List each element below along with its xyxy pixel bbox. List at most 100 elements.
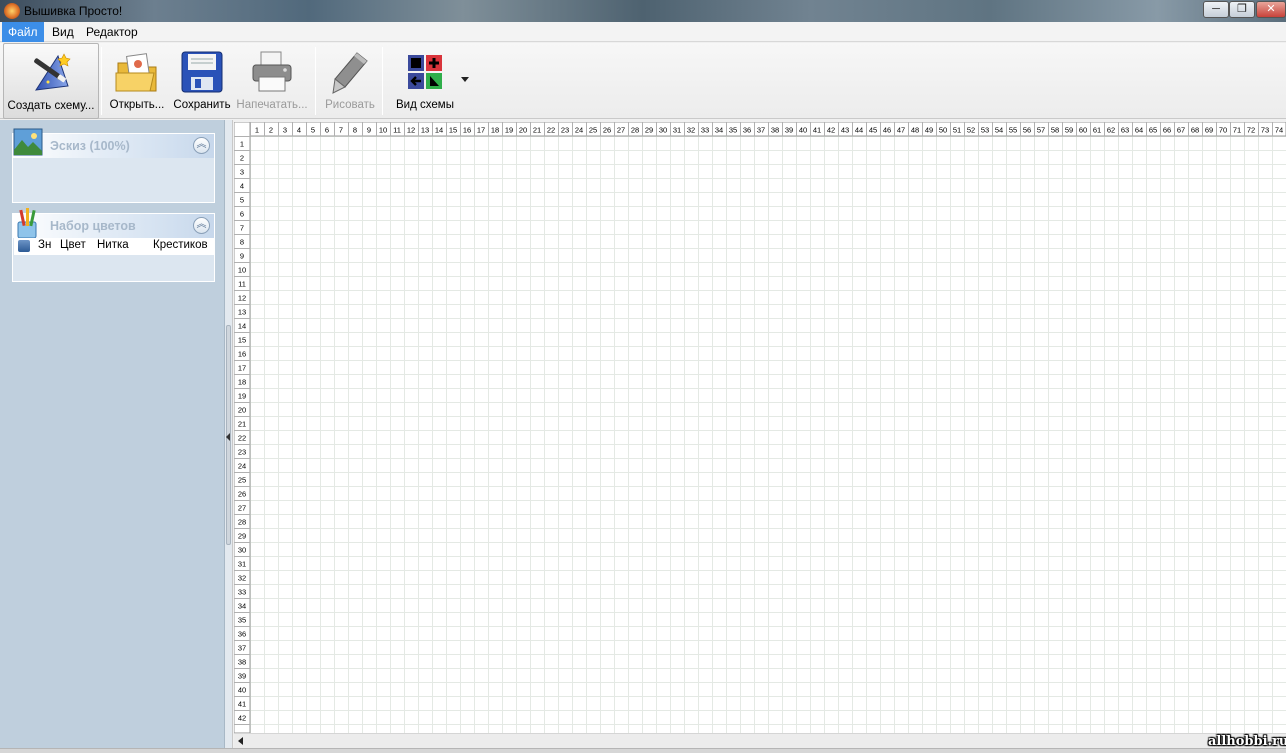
print-button[interactable]: Напечатать... — [236, 43, 308, 119]
row-number: 13 — [238, 308, 246, 317]
close-button[interactable]: ✕ — [1256, 1, 1286, 18]
open-button[interactable]: Открыть... — [108, 43, 166, 119]
row-number: 15 — [238, 336, 246, 345]
column-number: 35 — [729, 126, 737, 135]
row-number: 34 — [238, 602, 246, 611]
column-number: 64 — [1135, 126, 1143, 135]
column-number: 33 — [701, 126, 709, 135]
sketch-pane-header[interactable]: Эскиз (100%) ︽ — [13, 128, 214, 158]
colors-pane: Набор цветов ︽ Зн Цвет Нитка Крестиков — [12, 208, 215, 282]
row-number: 32 — [238, 574, 246, 583]
column-number: 29 — [645, 126, 653, 135]
row-number: 38 — [238, 658, 246, 667]
maximize-button[interactable]: ❐ — [1229, 1, 1255, 18]
row-number: 24 — [238, 462, 246, 471]
column-number: 40 — [799, 126, 807, 135]
landscape-image-icon — [13, 128, 43, 156]
row-number: 29 — [238, 532, 246, 541]
grid-canvas[interactable]: 1 2 3 4 5 6 7 8 9 10 11 12 13 14 15 16 17 18 19 20 21 22 23 24 2… — [234, 122, 1286, 733]
column-number: 51 — [953, 126, 961, 135]
column-number: 67 — [1177, 126, 1185, 135]
column-number: 74 — [1275, 126, 1283, 135]
column-number: 47 — [897, 126, 905, 135]
draw-button[interactable]: Рисовать — [322, 43, 378, 119]
create-scheme-button[interactable]: Создать схему... — [3, 43, 99, 119]
column-number: 70 — [1219, 126, 1227, 135]
row-number: 31 — [238, 560, 246, 569]
column-thread[interactable]: Нитка — [97, 239, 129, 251]
print-label: Напечатать... — [236, 99, 308, 111]
row-number: 16 — [238, 350, 246, 359]
column-number: 12 — [407, 126, 415, 135]
column-number: 54 — [995, 126, 1003, 135]
column-number: 65 — [1149, 126, 1157, 135]
column-color[interactable]: Цвет — [60, 239, 86, 251]
row-number: 37 — [238, 644, 246, 653]
chevron-left-icon[interactable] — [226, 433, 230, 441]
column-number: 44 — [855, 126, 863, 135]
column-number: 16 — [463, 126, 471, 135]
watermark: allhobbi.ru — [1208, 734, 1286, 749]
save-button[interactable]: Сохранить — [172, 43, 232, 119]
column-number: 36 — [743, 126, 751, 135]
row-number: 20 — [238, 406, 246, 415]
menu-file[interactable]: Файл — [2, 22, 44, 42]
minimize-button[interactable]: ─ — [1203, 1, 1229, 18]
column-number: 42 — [827, 126, 835, 135]
scroll-left-icon[interactable] — [238, 737, 243, 745]
menu-view[interactable]: Вид — [46, 22, 80, 42]
column-number: 38 — [771, 126, 779, 135]
horizontal-scrollbar[interactable] — [234, 733, 1286, 748]
toolbar-separator — [315, 47, 316, 115]
column-number: 34 — [715, 126, 723, 135]
column-number: 53 — [981, 126, 989, 135]
column-number: 13 — [421, 126, 429, 135]
column-number: 68 — [1191, 126, 1199, 135]
scheme-view-button[interactable]: Вид схемы — [392, 43, 458, 119]
row-number: 25 — [238, 476, 246, 485]
column-number: 7 — [339, 126, 343, 135]
column-number: 9 — [367, 126, 371, 135]
save-label: Сохранить — [173, 99, 231, 111]
row-number: 40 — [238, 686, 246, 695]
paint-brushes-icon — [17, 208, 37, 238]
pattern-grid[interactable]: 1 2 3 4 5 6 7 8 9 10 11 12 13 14 15 16 17 18 19 20 21 22 23 24 2… — [234, 122, 1286, 733]
title-bar: Вышивка Просто! ─ ❐ ✕ — [0, 0, 1286, 22]
row-number: 2 — [240, 154, 244, 163]
column-number: 6 — [325, 126, 329, 135]
column-number: 3 — [283, 126, 287, 135]
column-number: 14 — [435, 126, 443, 135]
column-number: 69 — [1205, 126, 1213, 135]
toolbar-separator — [101, 47, 102, 115]
row-number: 21 — [238, 420, 246, 429]
column-number: 32 — [687, 126, 695, 135]
column-number: 48 — [911, 126, 919, 135]
collapse-icon[interactable]: ︽ — [193, 217, 210, 234]
row-number: 22 — [238, 434, 246, 443]
panel-splitter[interactable] — [225, 120, 233, 748]
collapse-icon[interactable]: ︽ — [193, 137, 210, 154]
column-number: 25 — [589, 126, 597, 135]
column-number: 52 — [967, 126, 975, 135]
column-symbol[interactable]: Зн — [38, 239, 51, 251]
chevron-down-icon[interactable] — [461, 77, 469, 82]
column-number: 27 — [617, 126, 625, 135]
menu-editor[interactable]: Редактор — [80, 22, 144, 42]
open-folder-icon — [115, 53, 157, 92]
column-number: 72 — [1247, 126, 1255, 135]
column-number: 2 — [269, 126, 273, 135]
column-number: 11 — [393, 126, 401, 135]
column-number: 10 — [379, 126, 387, 135]
colors-pane-header[interactable]: Набор цветов ︽ — [13, 208, 214, 238]
row-number: 41 — [238, 700, 246, 709]
sketch-pane-title: Эскиз (100%) — [50, 139, 130, 153]
monitor-icon — [18, 240, 30, 252]
row-number: 8 — [240, 238, 244, 247]
column-stitches[interactable]: Крестиков — [153, 239, 208, 251]
sketch-pane: Эскиз (100%) ︽ — [12, 128, 215, 203]
column-number: 26 — [603, 126, 611, 135]
menu-bar: Файл Вид Редактор — [0, 22, 1286, 42]
column-number: 60 — [1079, 126, 1087, 135]
column-number: 28 — [631, 126, 639, 135]
column-number: 18 — [491, 126, 499, 135]
